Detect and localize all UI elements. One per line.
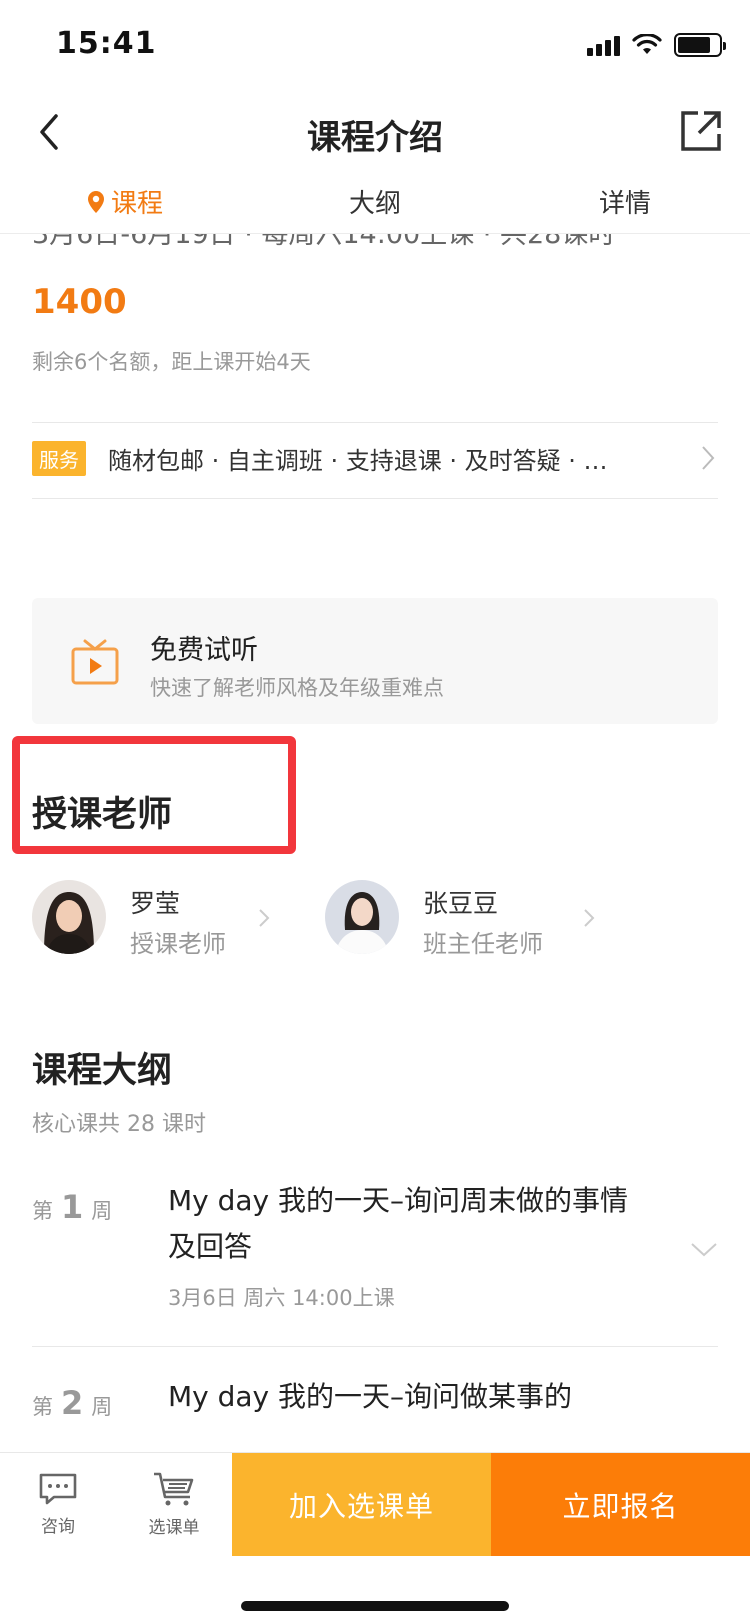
cart-label: 选课单	[148, 1518, 200, 1538]
chevron-down-icon	[691, 1243, 717, 1257]
cellular-signal-icon	[587, 34, 620, 56]
battery-icon	[674, 33, 726, 57]
page-title: 课程介绍	[307, 118, 443, 158]
chat-bubble-icon	[39, 1473, 77, 1505]
tab-details-label: 详情	[598, 189, 651, 219]
week-title: My day 我的一天–询问做某事的	[168, 1380, 573, 1413]
wifi-icon	[632, 34, 662, 54]
status-icons	[587, 32, 726, 58]
chevron-right-icon	[584, 909, 595, 927]
tab-course-label: 课程	[110, 189, 163, 219]
service-badge: 服务	[32, 440, 86, 476]
week-number: 第1周	[32, 1188, 113, 1226]
teachers-heading: 授课老师	[32, 795, 173, 835]
teacher-role: 授课老师	[130, 930, 226, 958]
bottom-action-bar: 咨询 选课单 加入选课单 立即报名	[0, 1452, 750, 1556]
teacher-role: 班主任老师	[423, 930, 543, 958]
syllabus-heading: 课程大纲	[32, 1051, 173, 1091]
cart-button[interactable]: 选课单	[116, 1453, 232, 1556]
teacher-name: 罗莹	[130, 889, 181, 918]
week-title: My day 我的一天–询问周末做的事情及回答	[168, 1184, 629, 1263]
divider	[32, 498, 718, 499]
status-time: 15:41	[56, 26, 157, 61]
add-to-cart-button[interactable]: 加入选课单	[232, 1453, 491, 1556]
teacher-card-luoying[interactable]: 罗莹 授课老师	[32, 880, 272, 960]
tv-play-icon	[71, 639, 119, 685]
section-tabs: 课程 大纲 详情	[0, 170, 750, 234]
tab-course[interactable]: 课程	[0, 170, 250, 233]
avatar	[32, 880, 106, 954]
course-price: 1400	[32, 282, 127, 322]
week-number: 第2周	[32, 1384, 113, 1422]
free-trial-title: 免费试听	[150, 635, 258, 666]
chevron-right-icon	[702, 446, 715, 470]
syllabus-week-item[interactable]: 第1周 My day 我的一天–询问周末做的事情及回答 3月6日 周六 14:0…	[32, 1178, 718, 1328]
home-indicator	[241, 1601, 509, 1611]
share-icon[interactable]	[678, 108, 724, 154]
consult-label: 咨询	[41, 1517, 75, 1537]
location-pin-icon	[87, 190, 104, 213]
consult-button[interactable]: 咨询	[0, 1453, 116, 1556]
remaining-seats: 剩余6个名额，距上课开始4天	[32, 350, 311, 374]
service-list: 随材包邮 · 自主调班 · 支持退课 · 及时答疑 · …	[108, 446, 608, 475]
enroll-now-button[interactable]: 立即报名	[491, 1453, 750, 1556]
course-schedule: 3月6日-6月19日 · 每周六14:00上课 · 共28课时	[32, 234, 616, 250]
teacher-card-zhangdoudou[interactable]: 张豆豆 班主任老师	[325, 880, 595, 960]
service-row[interactable]: 服务 随材包邮 · 自主调班 · 支持退课 · 及时答疑 · …	[32, 422, 718, 494]
syllabus-week-item[interactable]: 第2周 My day 我的一天–询问做某事的	[32, 1374, 718, 1452]
free-trial-card[interactable]: 免费试听 快速了解老师风格及年级重难点	[32, 598, 718, 724]
status-bar: 15:41	[0, 0, 750, 88]
avatar	[325, 880, 399, 954]
scroll-content[interactable]: 3月6日-6月19日 · 每周六14:00上课 · 共28课时 1400 剩余6…	[0, 234, 750, 1452]
tab-syllabus[interactable]: 大纲	[250, 170, 500, 233]
cart-icon	[154, 1472, 194, 1506]
tab-details[interactable]: 详情	[500, 170, 750, 233]
teacher-name: 张豆豆	[423, 889, 499, 918]
syllabus-subtitle: 核心课共 28 课时	[32, 1112, 206, 1137]
nav-bar: 课程介绍	[0, 88, 750, 180]
week-date: 3月6日 周六 14:00上课	[168, 1286, 395, 1310]
free-trial-subtitle: 快速了解老师风格及年级重难点	[150, 676, 444, 700]
tab-syllabus-label: 大纲	[348, 189, 401, 219]
chevron-right-icon	[259, 909, 270, 927]
divider	[32, 1346, 718, 1347]
